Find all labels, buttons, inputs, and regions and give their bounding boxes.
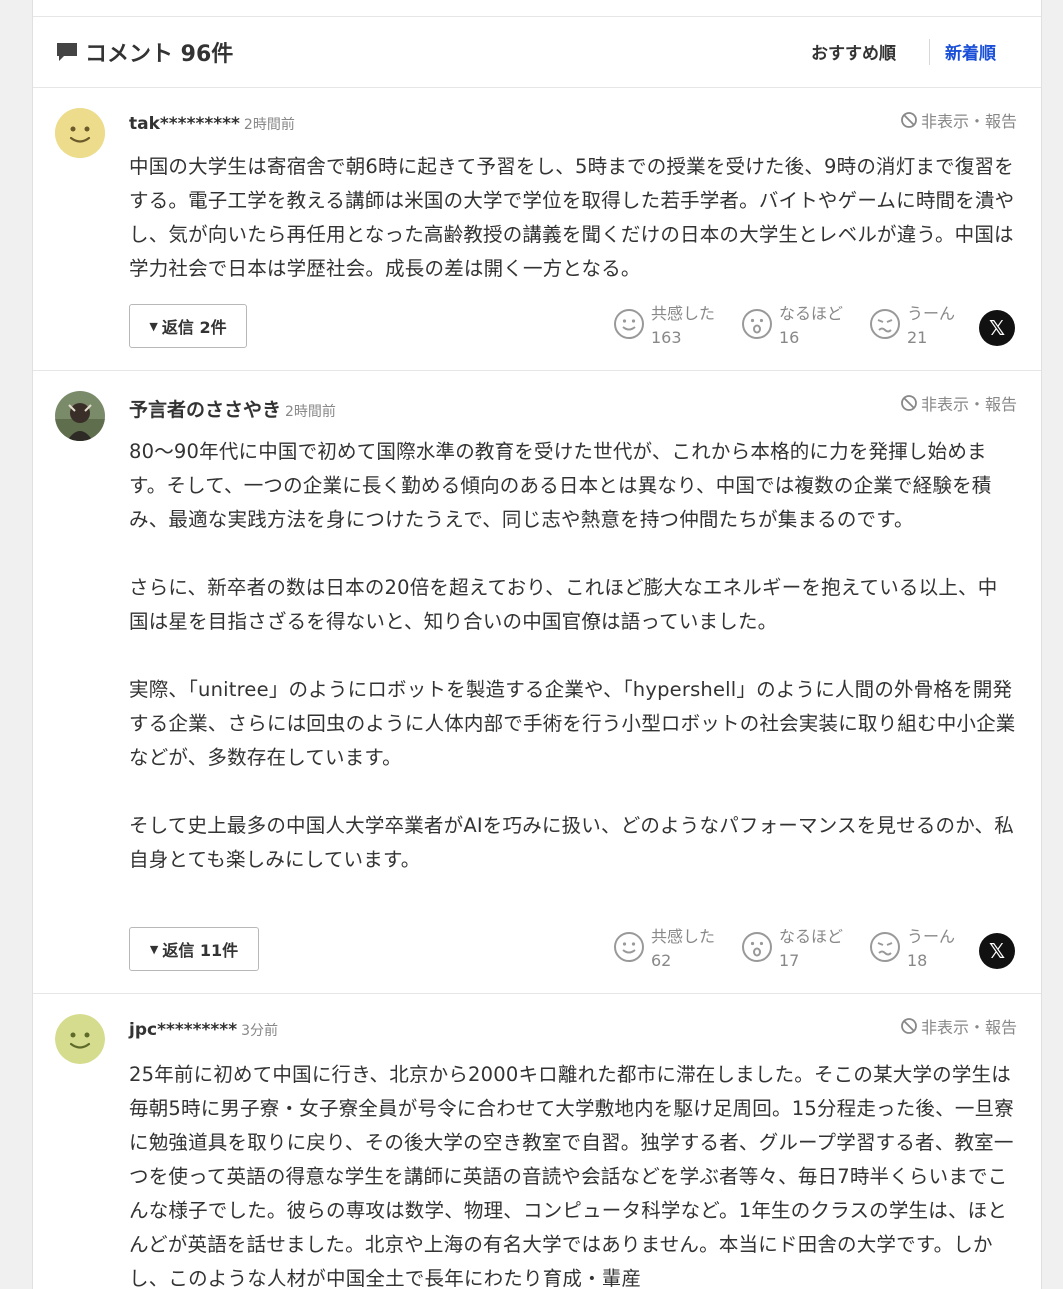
caret-down-icon: ▼ bbox=[149, 319, 158, 333]
comment-icon bbox=[57, 43, 77, 61]
reaction-empathy-button[interactable]: 共感した 62 bbox=[613, 925, 715, 973]
comment-time: 2時間前 bbox=[243, 117, 295, 133]
block-icon bbox=[901, 112, 917, 128]
comment-paragraph: 25年前に初めて中国に行き、北京から2000キロ離れた都市に滞在しました。そこの… bbox=[129, 1063, 1014, 1289]
surprised-face-icon bbox=[742, 309, 772, 339]
hide-report-link[interactable]: 非表示・報告 bbox=[900, 391, 1017, 415]
reaction-label: 共感した bbox=[651, 927, 716, 946]
comment-body: 80〜90年代に中国で初めて国際水準の教育を受けた世代が、これから本格的に力を発… bbox=[129, 435, 1017, 877]
reaction-count: 21 bbox=[907, 328, 928, 347]
hide-report-link[interactable]: 非表示・報告 bbox=[900, 108, 1017, 132]
hide-report-link[interactable]: 非表示・報告 bbox=[900, 1014, 1017, 1038]
comments-header: コメント 96件 おすすめ順 新着順 bbox=[33, 17, 1041, 88]
caret-down-icon: ▼ bbox=[149, 942, 159, 956]
avatar-smiley-icon bbox=[55, 1014, 105, 1064]
reaction-hmm-button[interactable]: うーん 18 bbox=[869, 925, 955, 973]
reaction-count: 18 bbox=[907, 951, 928, 970]
comment-item: tak********* 2時間前 非表示・報告 中国の大学生は寄宿舎で朝6時に起… bbox=[33, 88, 1041, 371]
avatar-photo-icon bbox=[55, 391, 105, 441]
x-share-icon[interactable]: 𝕏 bbox=[979, 933, 1015, 969]
comments-title: コメント 96件 bbox=[85, 42, 234, 67]
reply-toggle-button[interactable]: ▼ 返信 2件 bbox=[129, 304, 247, 348]
comment-author[interactable]: 予言者のささやき 2時間前 bbox=[129, 395, 336, 422]
reaction-label: なるほど bbox=[779, 304, 844, 323]
reaction-hmm-button[interactable]: うーん 21 bbox=[869, 302, 955, 350]
avatar-smiley-icon bbox=[55, 108, 105, 158]
reaction-label: うーん bbox=[907, 304, 956, 323]
reaction-count: 163 bbox=[651, 328, 682, 347]
reaction-label: なるほど bbox=[779, 927, 844, 946]
reaction-count: 17 bbox=[779, 951, 800, 970]
reaction-count: 62 bbox=[651, 951, 672, 970]
block-icon bbox=[901, 1018, 917, 1034]
comment-paragraph: 80〜90年代に中国で初めて国際水準の教育を受けた世代が、これから本格的に力を発… bbox=[129, 440, 992, 531]
comment-time: 2時間前 bbox=[285, 404, 336, 420]
sort-recommended-button[interactable]: おすすめ順 bbox=[811, 39, 896, 64]
troubled-face-icon bbox=[870, 932, 900, 962]
comment-paragraph: そして史上最多の中国人大学卒業者がAIを巧みに扱い、どのようなパフォーマンスを見… bbox=[129, 814, 1014, 871]
block-icon bbox=[901, 395, 917, 411]
reaction-label: 共感した bbox=[651, 304, 716, 323]
comments-panel: コメント 96件 おすすめ順 新着順 tak********* 2時間前 非表示・… bbox=[32, 0, 1042, 1289]
comment-body: 25年前に初めて中国に行き、北京から2000キロ離れた都市に滞在しました。そこの… bbox=[129, 1058, 1017, 1289]
comment-item: 予言者のささやき 2時間前 非表示・報告 80〜90年代に中国で初めて国際水準の教… bbox=[33, 371, 1041, 994]
comment-paragraph: 中国の大学生は寄宿舎で朝6時に起きて予習をし、5時までの授業を受けた後、9時の消… bbox=[129, 155, 1015, 280]
sort-divider bbox=[929, 39, 930, 65]
smile-face-icon bbox=[614, 309, 644, 339]
reaction-insightful-button[interactable]: なるほど 16 bbox=[741, 302, 843, 350]
reaction-empathy-button[interactable]: 共感した 163 bbox=[613, 302, 715, 350]
reply-toggle-button[interactable]: ▼ 返信 11件 bbox=[129, 927, 259, 971]
sort-newest-button[interactable]: 新着順 bbox=[945, 39, 996, 64]
comment-author[interactable]: tak********* 2時間前 bbox=[129, 114, 295, 134]
x-share-icon[interactable]: 𝕏 bbox=[979, 310, 1015, 346]
comment-body: 中国の大学生は寄宿舎で朝6時に起きて予習をし、5時までの授業を受けた後、9時の消… bbox=[129, 150, 1017, 286]
comment-item: jpc********* 3分前 非表示・報告 25年前に初めて中国に行き、北京か… bbox=[33, 994, 1041, 1289]
reaction-count: 16 bbox=[779, 328, 800, 347]
surprised-face-icon bbox=[742, 932, 772, 962]
reaction-insightful-button[interactable]: なるほど 17 bbox=[741, 925, 843, 973]
comment-paragraph: 実際、「unitree」のようにロボットを製造する企業や、「hypershell… bbox=[129, 678, 1016, 769]
comment-time: 3分前 bbox=[241, 1023, 279, 1039]
reaction-label: うーん bbox=[907, 927, 956, 946]
comment-author[interactable]: jpc********* 3分前 bbox=[129, 1020, 278, 1040]
troubled-face-icon bbox=[870, 309, 900, 339]
comment-paragraph: さらに、新卒者の数は日本の20倍を超えており、これほど膨大なエネルギーを抱えてい… bbox=[129, 576, 998, 633]
smile-face-icon bbox=[614, 932, 644, 962]
